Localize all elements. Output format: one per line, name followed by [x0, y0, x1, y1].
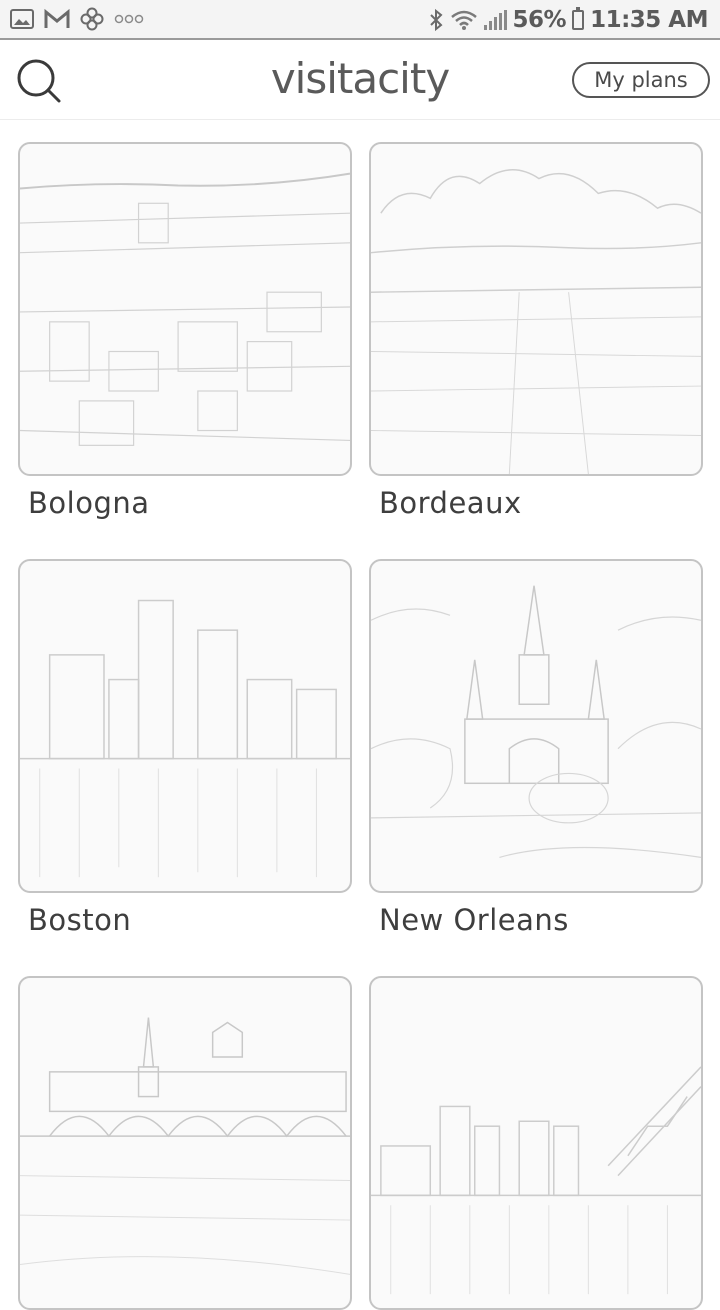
- status-left-icons: [10, 7, 144, 31]
- more-dots-icon: [114, 14, 144, 24]
- gmail-icon: [44, 8, 70, 28]
- city-image[interactable]: [18, 976, 352, 1310]
- city-image[interactable]: [18, 142, 352, 476]
- city-card-boston[interactable]: Boston: [18, 559, 352, 937]
- city-card-6[interactable]: [369, 976, 703, 1310]
- city-image[interactable]: [18, 559, 352, 893]
- city-name[interactable]: Bologna: [28, 486, 150, 520]
- city-image[interactable]: [369, 559, 703, 893]
- city-card-5[interactable]: [18, 976, 352, 1310]
- city-card-new-orleans[interactable]: New Orleans: [369, 559, 703, 937]
- city-name[interactable]: New Orleans: [379, 903, 569, 937]
- signal-icon: [483, 10, 507, 30]
- bluetooth-icon: [429, 8, 443, 32]
- battery-percent: 56%: [512, 7, 567, 33]
- gallery-icon: [10, 9, 34, 29]
- clock: 11:35 AM: [590, 7, 708, 33]
- my-plans-button[interactable]: My plans: [572, 62, 710, 98]
- city-card-bologna[interactable]: Bologna: [18, 142, 352, 520]
- app-header: visitacity My plans: [0, 40, 720, 120]
- status-bar: 56% 11:35 AM: [0, 0, 720, 40]
- city-image[interactable]: [369, 142, 703, 476]
- flower-icon: [80, 7, 104, 31]
- city-card-bordeaux[interactable]: Bordeaux: [369, 142, 703, 520]
- city-name[interactable]: Boston: [28, 903, 131, 937]
- wifi-icon: [450, 10, 477, 30]
- battery-icon: [572, 7, 585, 30]
- city-image[interactable]: [369, 976, 703, 1310]
- status-right: 56% 11:35 AM: [428, 6, 708, 34]
- city-name[interactable]: Bordeaux: [379, 486, 522, 520]
